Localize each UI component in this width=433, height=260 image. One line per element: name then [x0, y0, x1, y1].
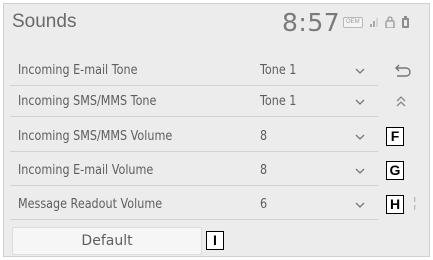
row-value: 8 — [260, 163, 268, 178]
page-title: Sounds — [12, 11, 77, 32]
list-item-sms-volume[interactable]: Incoming SMS/MMS Volume 8 — [10, 122, 378, 152]
chevron-down-icon — [355, 99, 365, 105]
list-item-email-tone[interactable]: Incoming E-mail Tone Tone 1 — [10, 56, 378, 86]
row-label: Incoming SMS/MMS Tone — [18, 94, 157, 109]
list-item-email-volume[interactable]: Incoming E-mail Volume 8 — [10, 156, 378, 186]
row-label: Incoming SMS/MMS Volume — [18, 129, 173, 144]
callout-h: H — [386, 195, 404, 214]
row-value: 8 — [260, 129, 268, 144]
status-bar: OEM — [343, 14, 410, 30]
header-bar: Sounds 8:57 OEM — [4, 4, 429, 42]
row-label: Incoming E-mail Volume — [18, 163, 154, 178]
default-button[interactable]: Default — [12, 227, 202, 255]
chevron-down-icon — [355, 202, 365, 208]
status-badge: OEM — [343, 16, 363, 28]
callout-i: I — [206, 231, 224, 250]
scroll-up-button[interactable] — [381, 87, 421, 117]
list-item-readout-volume[interactable]: Message Readout Volume 6 — [10, 190, 378, 220]
chevron-down-icon — [355, 68, 365, 74]
lock-icon — [385, 16, 395, 28]
back-button[interactable] — [381, 56, 421, 86]
sounds-screen: Sounds 8:57 OEM Incoming E-mail Tone Ton… — [3, 3, 430, 257]
row-value: Tone 1 — [260, 94, 297, 109]
row-label: Message Readout Volume — [18, 197, 163, 212]
chevron-down-icon — [355, 168, 365, 174]
battery-icon — [401, 16, 409, 28]
scroll-indicator — [414, 197, 416, 210]
row-value: 6 — [260, 197, 268, 212]
back-icon — [395, 64, 411, 77]
callout-f: F — [386, 127, 404, 146]
row-label: Incoming E-mail Tone — [18, 63, 138, 78]
signal-icon — [369, 18, 378, 27]
clock: 8:57 — [282, 8, 341, 37]
list-item-sms-tone[interactable]: Incoming SMS/MMS Tone Tone 1 — [10, 87, 378, 117]
default-button-label: Default — [81, 233, 133, 249]
double-chevron-up-icon — [396, 96, 406, 107]
row-value: Tone 1 — [260, 63, 297, 78]
callout-g: G — [386, 161, 404, 180]
chevron-down-icon — [355, 134, 365, 140]
